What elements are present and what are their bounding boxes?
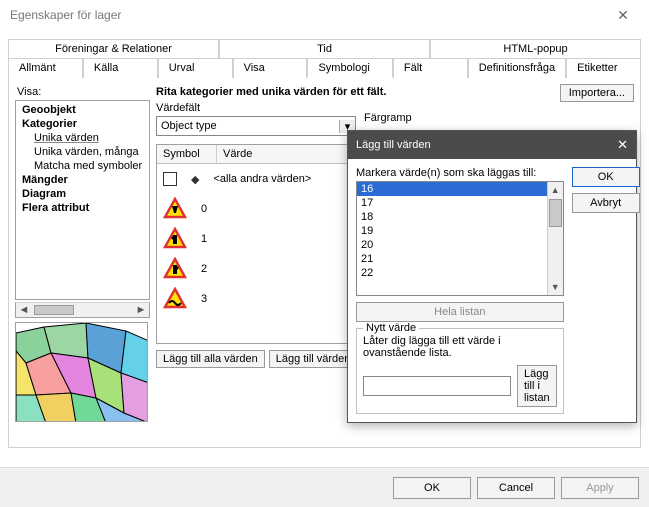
add-values-dialog: Lägg till värden ✕ Markera värde(n) som … <box>347 130 637 423</box>
mark-values-label: Markera värde(n) som ska läggas till: <box>356 167 564 179</box>
tree-kategorier[interactable]: Kategorier <box>22 117 147 131</box>
apply-button[interactable]: Apply <box>561 477 639 499</box>
import-button[interactable]: Importera... <box>560 84 634 102</box>
warning-sign-icon <box>163 227 187 251</box>
scroll-up-icon[interactable]: ▲ <box>548 182 563 198</box>
close-icon[interactable]: ✕ <box>603 7 643 24</box>
row-value: 0 <box>201 203 207 215</box>
tree-unika-manga[interactable]: Unika värden, många <box>22 145 147 159</box>
cancel-button[interactable]: Cancel <box>477 477 555 499</box>
tab-kalla[interactable]: Källa <box>83 58 158 78</box>
dialog-titlebar: Lägg till värden ✕ <box>348 131 636 159</box>
row-value: 1 <box>201 233 207 245</box>
tree-unika-varden[interactable]: Unika värden <box>22 131 147 145</box>
tree-flera-attribut[interactable]: Flera attribut <box>22 201 147 215</box>
tree-diagram[interactable]: Diagram <box>22 187 147 201</box>
tab-allmant[interactable]: Allmänt <box>8 58 83 78</box>
warning-sign-icon <box>163 257 187 281</box>
window-title: Egenskaper för lager <box>10 8 121 22</box>
fargramp-label: Färgramp <box>364 112 634 124</box>
preview-map <box>15 322 148 422</box>
ok-button[interactable]: OK <box>572 167 640 187</box>
visa-label: Visa: <box>17 86 150 98</box>
tab-tid[interactable]: Tid <box>219 39 430 58</box>
scroll-left-icon[interactable]: ◄ <box>16 304 32 316</box>
tab-urval[interactable]: Urval <box>158 58 233 78</box>
dialog-footer: OK Cancel Apply <box>0 467 649 507</box>
close-icon[interactable]: ✕ <box>617 137 628 153</box>
add-all-values-button[interactable]: Lägg till alla värden <box>156 350 265 368</box>
show-tree[interactable]: Geoobjekt Kategorier Unika värden Unika … <box>15 100 150 300</box>
category-heading: Rita kategorier med unika värden för ett… <box>156 86 386 98</box>
tab-row-lower: Allmänt Källa Urval Visa Symbologi Fält … <box>8 57 641 78</box>
scroll-down-icon[interactable]: ▼ <box>548 279 563 295</box>
scroll-thumb[interactable] <box>34 305 74 315</box>
listbox-scrollbar[interactable]: ▲ ▼ <box>547 182 563 295</box>
scroll-thumb[interactable] <box>549 199 562 227</box>
list-item[interactable]: 19 <box>357 224 547 238</box>
new-value-legend: Nytt värde <box>363 322 419 334</box>
row-value: 2 <box>201 263 207 275</box>
tab-falt[interactable]: Fält <box>393 58 468 78</box>
tab-row-upper: Föreningar & Relationer Tid HTML-popup <box>8 38 641 57</box>
tab-visa[interactable]: Visa <box>233 58 308 78</box>
new-value-input[interactable] <box>363 376 511 396</box>
list-item[interactable]: 22 <box>357 266 547 280</box>
row-value: 3 <box>201 293 207 305</box>
vardefalt-label: Värdefält <box>156 102 356 114</box>
tree-mangder[interactable]: Mängder <box>22 173 147 187</box>
tree-geoobjekt[interactable]: Geoobjekt <box>22 103 147 117</box>
tree-horizontal-scrollbar[interactable]: ◄ ► <box>15 302 150 318</box>
list-item[interactable]: 16 <box>357 182 547 196</box>
diamond-icon: ◆ <box>191 173 199 186</box>
tree-matcha[interactable]: Matcha med symboler <box>22 159 147 173</box>
scroll-right-icon[interactable]: ► <box>133 304 149 316</box>
new-value-fieldset: Nytt värde Låter dig lägga till ett värd… <box>356 328 564 414</box>
list-item[interactable]: 17 <box>357 196 547 210</box>
tab-etiketter[interactable]: Etiketter <box>566 58 641 78</box>
titlebar: Egenskaper för lager ✕ <box>0 0 649 30</box>
ok-button[interactable]: OK <box>393 477 471 499</box>
tab-definitionsfraga[interactable]: Definitionsfråga <box>468 58 566 78</box>
values-listbox[interactable]: 16 17 18 19 20 21 22 ▲ ▼ <box>356 181 564 296</box>
add-to-list-button[interactable]: Lägg till i listan <box>517 365 557 407</box>
cancel-button[interactable]: Avbryt <box>572 193 640 213</box>
list-item[interactable]: 18 <box>357 210 547 224</box>
new-value-description: Låter dig lägga till ett värde i ovanstå… <box>363 335 557 359</box>
vardefalt-dropdown[interactable]: Object type ▾ <box>156 116 356 136</box>
vardefalt-value: Object type <box>157 120 339 132</box>
warning-sign-icon <box>163 197 187 221</box>
all-other-label: <alla andra värden> <box>213 173 311 185</box>
whole-list-button[interactable]: Hela listan <box>356 302 564 322</box>
tab-html-popup[interactable]: HTML-popup <box>430 39 641 58</box>
tab-symbologi[interactable]: Symbologi <box>307 58 392 78</box>
left-column: Visa: Geoobjekt Kategorier Unika värden … <box>15 84 150 441</box>
tab-foreningar[interactable]: Föreningar & Relationer <box>8 39 219 58</box>
list-item[interactable]: 20 <box>357 238 547 252</box>
dialog-title: Lägg till värden <box>356 139 431 151</box>
list-item[interactable]: 21 <box>357 252 547 266</box>
warning-sign-icon <box>163 287 187 311</box>
col-symbol[interactable]: Symbol <box>157 145 217 163</box>
checkbox-icon[interactable] <box>163 172 177 186</box>
